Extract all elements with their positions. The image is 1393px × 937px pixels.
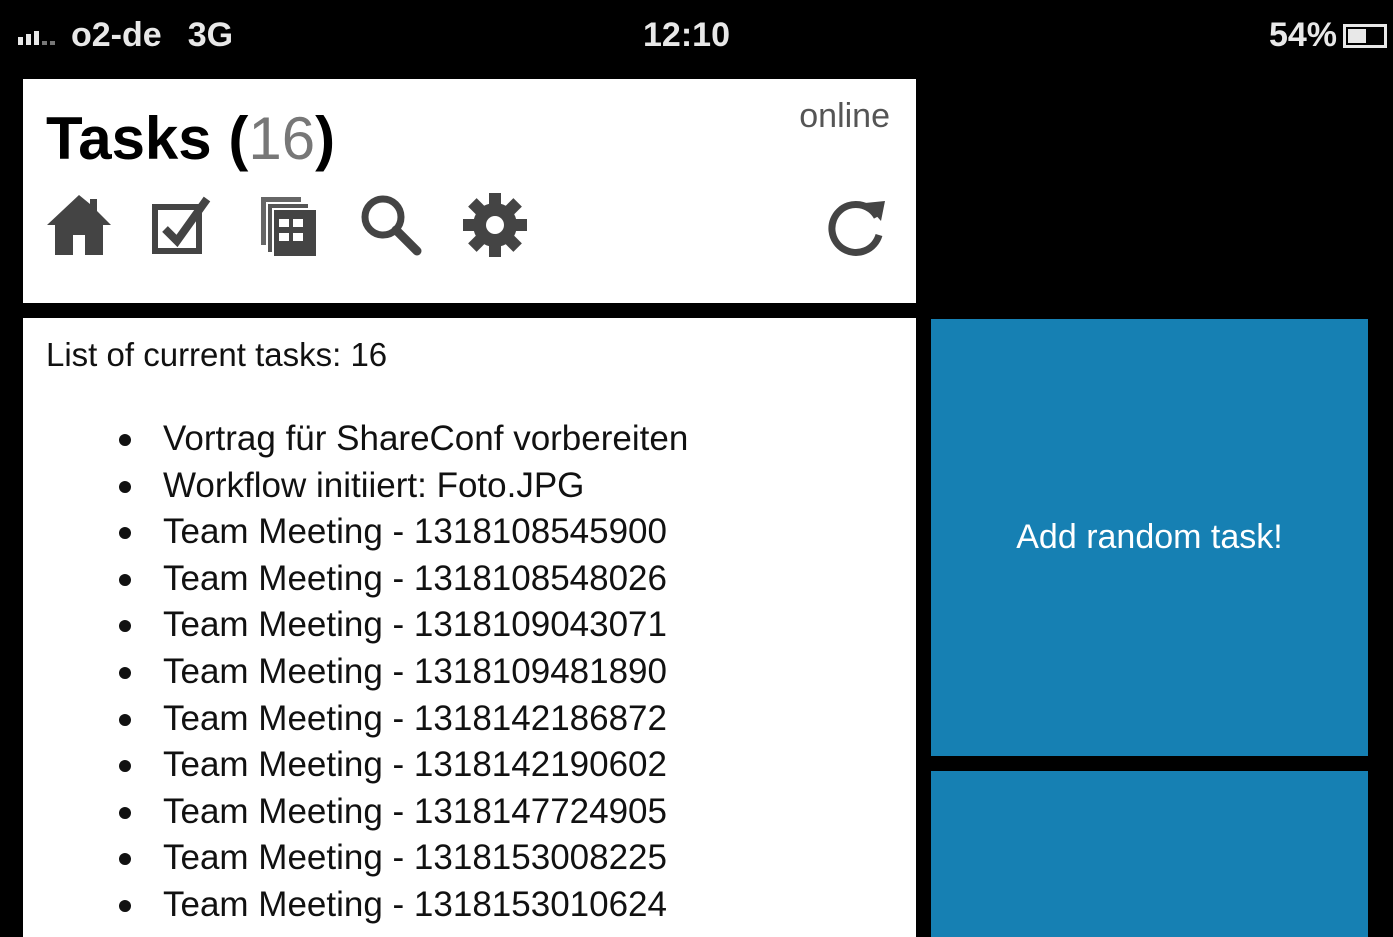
battery-icon [1343,23,1387,48]
refresh-icon[interactable] [821,189,893,261]
home-icon[interactable] [43,189,115,261]
documents-icon[interactable] [251,189,323,261]
add-random-task-button[interactable]: Add random task! [931,319,1368,756]
phone-screen: o2-de 3G 12:10 54% Tasks (16) online Lis… [0,0,1393,937]
task-list: Vortrag für ShareConf vorbereiten Workflo… [118,416,688,937]
status-bar: o2-de 3G 12:10 54% [0,0,1393,72]
page-title: Tasks (16) [46,109,335,169]
status-time-wrap: 12:10 [0,16,1393,55]
task-list-item: Workflow initiiert: Foto.JPG [118,463,688,510]
task-summary: List of current tasks: 16 [46,336,388,373]
task-count: 16 [248,105,316,172]
clock: 12:10 [643,16,730,54]
battery-percent: 54% [1268,16,1337,54]
task-list-item: Team Meeting - 1318109481890 [118,649,688,696]
task-list-item: Vortrag für ShareConf vorbereiten [118,416,688,463]
tasks-checkbox-icon[interactable] [147,189,219,261]
task-list-item: Team Meeting - 1318108545900 [118,509,688,556]
page-title-close: ) [315,105,336,172]
task-list-item: Team Meeting - 1318109043071 [118,602,688,649]
search-icon[interactable] [355,189,427,261]
task-list-item: Team Meeting - 1318155010000 [163,929,688,937]
task-list-item: Team Meeting - 1318153010624 [118,882,688,929]
status-right: 54% [1269,16,1387,55]
toolbar [43,189,893,265]
page-title-text: Tasks ( [46,105,249,172]
task-list-item: Team Meeting - 1318142190602 [118,742,688,789]
connection-status: online [799,97,890,135]
task-list-panel: List of current tasks: 16 Vortrag für Sh… [23,318,916,937]
task-list-item: Team Meeting - 1318147724905 [118,789,688,836]
task-list-item: Team Meeting - 1318153008225 [118,835,688,882]
task-list-item: Team Meeting - 1318108548026 [118,556,688,603]
task-list-item: Team Meeting - 1318142186872 [118,696,688,743]
action-tile[interactable] [931,771,1368,937]
settings-gear-icon[interactable] [459,189,531,261]
header-panel: Tasks (16) online [23,79,916,303]
